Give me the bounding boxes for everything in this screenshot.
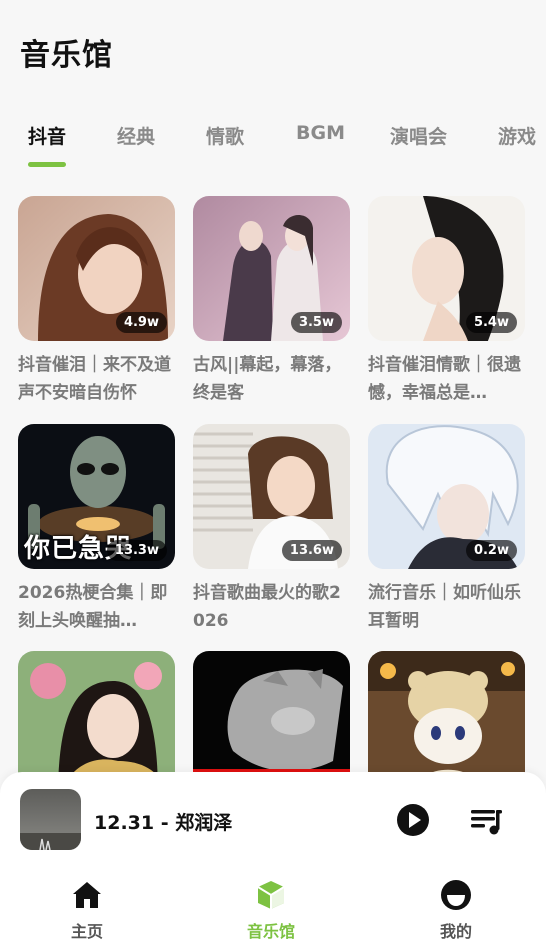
playlist-cover: 13.6w: [193, 424, 350, 569]
now-playing-cover[interactable]: [20, 789, 81, 850]
playlist-title: 流行音乐｜如听仙乐耳暂明: [368, 583, 521, 631]
play-count-badge: 0.2w: [465, 540, 517, 561]
playlist-card[interactable]: 4.9w 抖音催泪｜来不及道声不安暗自伤怀: [18, 196, 175, 407]
play-icon[interactable]: [395, 802, 431, 838]
play-count-badge: 13.3w: [106, 540, 167, 561]
playlist-cover: 0.2w: [368, 424, 525, 569]
bottom-nav: 主页 音乐馆 我的: [0, 872, 546, 944]
playlist-title: 古风||幕起，幕落，终是客: [193, 355, 342, 403]
category-tabs: 抖音 经典 情歌 BGM 演唱会 游戏: [0, 118, 546, 174]
playlist-title: 抖音歌曲最火的歌2026: [193, 583, 341, 631]
playlist-card[interactable]: 你已急哭 13.3w 2026热梗合集｜即刻上头唤醒抽…: [18, 424, 175, 635]
home-icon: [73, 882, 101, 908]
play-count-badge: 13.6w: [281, 540, 342, 561]
playlist-grid: 4.9w 抖音催泪｜来不及道声不安暗自伤怀 3.5w 古风||幕起，幕落，终是客: [0, 196, 546, 796]
active-tab-indicator: [28, 162, 66, 167]
now-playing-title[interactable]: 12.31 - 郑润泽: [94, 808, 232, 835]
playlist-cover: 你已急哭 13.3w: [18, 424, 175, 569]
nav-label: 主页: [70, 922, 103, 941]
profile-icon: [441, 880, 471, 910]
play-count-badge: 3.5w: [290, 312, 342, 333]
play-count-badge: 4.9w: [115, 312, 167, 333]
playlist-title: 抖音催泪情歌｜很遗憾，幸福总是…: [368, 355, 521, 403]
playlist-cover: 3.5w: [193, 196, 350, 341]
playlist-card[interactable]: 3.5w 古风||幕起，幕落，终是客: [193, 196, 350, 407]
nav-item-home[interactable]: 主页: [42, 878, 132, 942]
music-hall-icon: [257, 881, 285, 909]
tab-concert[interactable]: 演唱会: [390, 122, 447, 149]
tab-bgm[interactable]: BGM: [296, 122, 345, 144]
tab-love-songs[interactable]: 情歌: [206, 122, 244, 149]
playlist-card[interactable]: 13.6w 抖音歌曲最火的歌2026: [193, 424, 350, 635]
tab-game[interactable]: 游戏: [498, 122, 536, 149]
nav-label: 我的: [439, 922, 472, 941]
playlist-title: 2026热梗合集｜即刻上头唤醒抽…: [18, 583, 168, 631]
queue-music-icon[interactable]: [469, 806, 503, 836]
playlist-card[interactable]: 0.2w 流行音乐｜如听仙乐耳暂明: [368, 424, 525, 635]
playlist-title: 抖音催泪｜来不及道声不安暗自伤怀: [18, 355, 171, 403]
playlist-cover: 5.4w: [368, 196, 525, 341]
tab-classic[interactable]: 经典: [117, 122, 155, 149]
playlist-cover: 4.9w: [18, 196, 175, 341]
tab-douyin[interactable]: 抖音: [28, 122, 66, 149]
playlist-card[interactable]: 5.4w 抖音催泪情歌｜很遗憾，幸福总是…: [368, 196, 525, 407]
play-count-badge: 5.4w: [465, 312, 517, 333]
nav-item-profile[interactable]: 我的: [411, 878, 501, 942]
nav-item-music-hall[interactable]: 音乐馆: [226, 878, 316, 942]
nav-label: 音乐馆: [246, 922, 295, 941]
page-title: 音乐馆: [20, 38, 113, 73]
